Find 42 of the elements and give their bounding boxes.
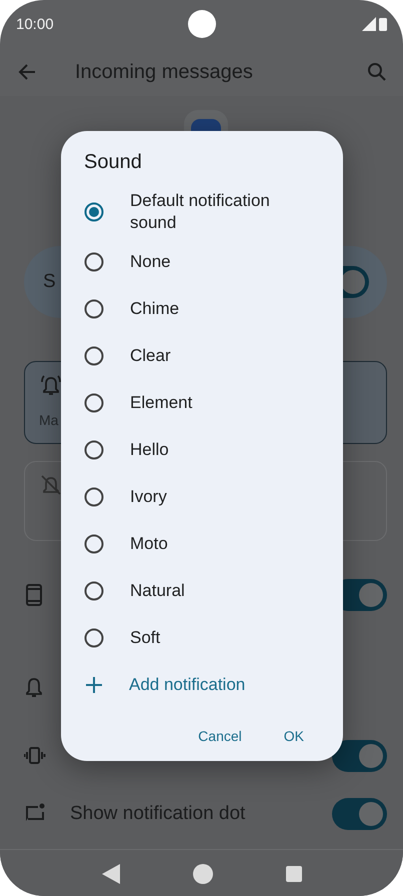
radio-option[interactable]: Chime — [61, 285, 343, 332]
radio-button[interactable] — [84, 252, 104, 272]
search-icon[interactable] — [367, 62, 387, 82]
muted-bell-icon — [39, 474, 63, 496]
radio-button[interactable] — [84, 392, 104, 412]
ringing-bell-icon — [39, 374, 63, 396]
radio-button[interactable] — [84, 440, 104, 460]
radio-button[interactable] — [84, 346, 104, 366]
toggle-switch[interactable] — [332, 740, 387, 772]
battery-icon — [379, 17, 387, 31]
radio-button[interactable] — [84, 534, 104, 554]
add-notification-link[interactable]: Add notification — [61, 661, 343, 708]
home-icon[interactable] — [192, 864, 212, 884]
ok-button[interactable]: OK — [278, 724, 310, 748]
radio-option[interactable]: Soft — [61, 614, 343, 661]
radio-button[interactable] — [84, 486, 104, 506]
radio-button[interactable] — [84, 580, 104, 600]
plus-icon — [86, 676, 102, 692]
card-label: Ma — [39, 412, 60, 428]
toggle-switch[interactable] — [332, 798, 387, 830]
radio-option[interactable]: Default notification sound — [61, 186, 343, 238]
radio-option[interactable]: None — [61, 238, 343, 285]
radio-option[interactable]: Moto — [61, 520, 343, 567]
clock: 10:00 — [16, 16, 54, 32]
radio-option[interactable]: Natural — [61, 567, 343, 614]
screen-title: Incoming messages — [75, 60, 254, 84]
radio-button[interactable] — [84, 298, 104, 318]
setting-label: S — [43, 271, 56, 293]
back-icon[interactable] — [17, 62, 37, 82]
dialog-title: Sound — [84, 151, 143, 174]
radio-option[interactable]: Hello — [61, 426, 343, 473]
radio-option[interactable]: Ivory — [61, 473, 343, 520]
back-icon[interactable] — [102, 864, 120, 884]
radio-option[interactable]: Element — [61, 379, 343, 426]
setting-label: Show notification dot — [70, 803, 246, 825]
radio-option[interactable]: Clear — [61, 332, 343, 379]
vibration-icon — [24, 745, 46, 767]
camera-cutout — [188, 10, 216, 38]
radio-button[interactable] — [84, 202, 104, 222]
signal-icon — [362, 17, 376, 31]
cancel-button[interactable]: Cancel — [192, 724, 248, 748]
radio-button[interactable] — [84, 628, 104, 648]
